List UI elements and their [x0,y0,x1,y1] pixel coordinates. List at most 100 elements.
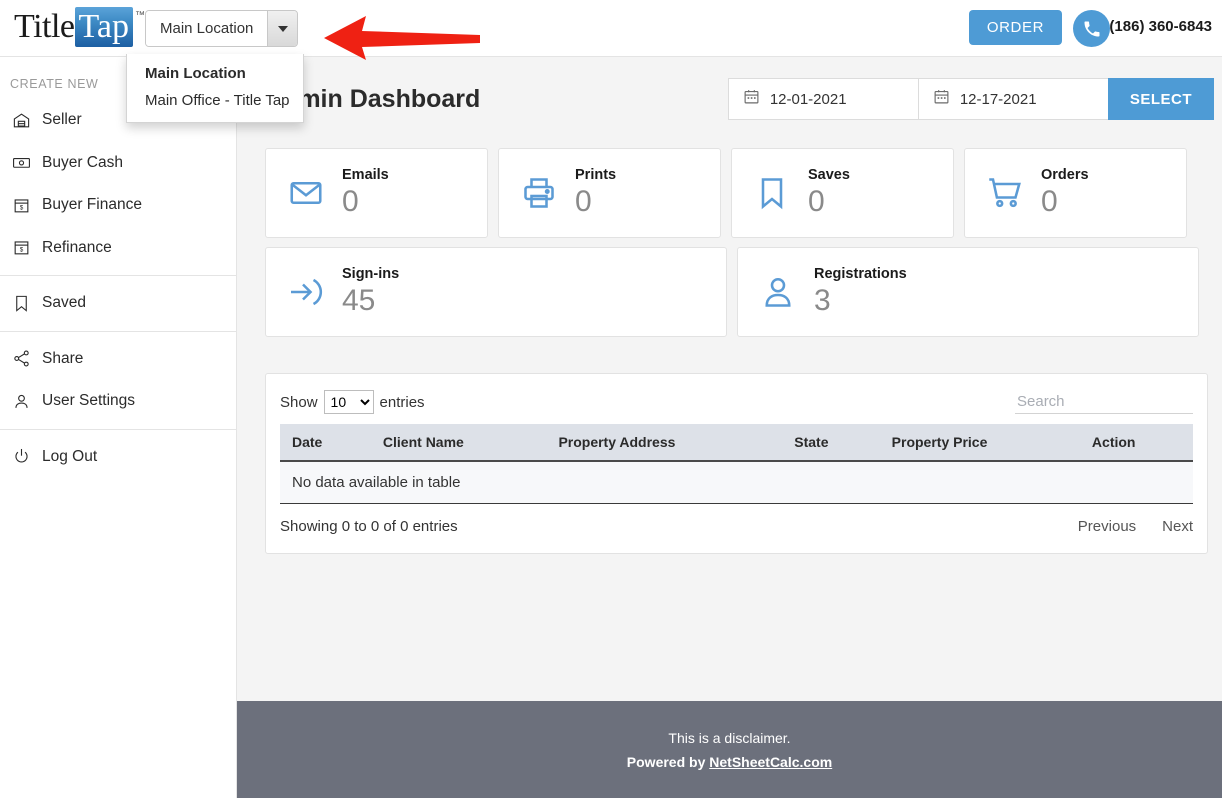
sidebar: CREATE NEW Seller Buyer Cash $ Buyer Fin… [0,57,237,798]
column-header-property-price[interactable]: Property Price [879,424,1080,462]
page-footer: This is a disclaimer. Powered by NetShee… [237,701,1222,798]
stat-card-row-1: Emails 0 Prints 0 Saves 0 Orders 0 [265,148,1217,238]
logo-title-text: Title [14,8,75,45]
stat-card-sign-ins[interactable]: Sign-ins 45 [265,247,727,337]
sidebar-item-buyer-finance[interactable]: $ Buyer Finance [0,184,236,227]
sidebar-divider [0,428,236,430]
column-header-client-name[interactable]: Client Name [370,424,547,462]
sidebar-item-label: Saved [42,294,86,312]
titletap-logo[interactable]: Title Tap ™ [14,7,145,47]
shopping-cart-icon [987,175,1023,211]
dashboard-page: Title Tap ™ Main Location Main Location … [0,0,1222,798]
column-header-property-address[interactable]: Property Address [546,424,783,462]
previous-page-button[interactable]: Previous [1078,518,1136,535]
user-icon [12,392,42,411]
stat-card-prints[interactable]: Prints 0 [498,148,721,238]
footer-powered-link[interactable]: NetSheetCalc.com [709,754,832,770]
bookmark-icon [12,294,42,313]
table-body: No data available in table [280,461,1193,504]
column-header-state[interactable]: State [782,424,880,462]
location-dropdown-button[interactable]: Main Location [145,10,299,47]
svg-text:$: $ [20,247,24,254]
chevron-down-icon[interactable] [267,11,298,46]
user-icon [760,274,796,310]
footer-disclaimer: This is a disclaimer. [668,729,791,746]
sign-in-icon [288,274,324,310]
show-label: Show [280,393,318,411]
stat-card-registrations[interactable]: Registrations 3 [737,247,1199,337]
stat-label: Saves [808,167,850,183]
table-empty-message: No data available in table [280,461,1193,504]
stat-value: 45 [342,284,376,317]
sidebar-item-label: User Settings [42,392,136,410]
sidebar-item-user-settings[interactable]: User Settings [0,380,236,423]
stat-value: 0 [342,185,359,218]
stat-label: Prints [575,167,617,183]
stat-card-saves[interactable]: Saves 0 [731,148,954,238]
red-pointer-arrow [324,16,480,60]
calendar-icon [743,88,760,110]
column-header-action[interactable]: Action [1079,424,1193,462]
bookmark-icon [754,175,790,211]
table-footer: Showing 0 to 0 of 0 entries Previous Nex… [280,518,1193,535]
phone-number[interactable]: (186) 360-6843 [1109,18,1212,35]
main-content: Admin Dashboard 12-01-2021 12-17-2021 SE… [237,57,1222,701]
sidebar-divider [0,330,236,332]
sidebar-item-label: Share [42,349,84,367]
order-button[interactable]: ORDER [968,10,1062,45]
top-bar: Title Tap ™ Main Location Main Location … [0,0,1222,123]
location-option-main-location[interactable]: Main Location [127,60,303,87]
sidebar-item-label: Log Out [42,447,98,465]
phone-icon[interactable] [1073,10,1110,47]
date-range-picker: 12-01-2021 12-17-2021 SELECT [727,78,1214,120]
results-table: Date Client Name Property Address State … [280,424,1193,504]
stat-value: 0 [575,185,592,218]
house-icon [12,111,42,130]
stat-value: 0 [808,185,825,218]
select-button[interactable]: SELECT [1107,78,1214,120]
page-length-control: Show 10 25 50 100 entries [280,390,425,414]
pagination: Previous Next [1078,518,1193,535]
calendar-icon [933,88,950,110]
stat-label: Orders [1041,167,1089,183]
stat-card-emails[interactable]: Emails 0 [265,148,488,238]
logo-trademark-icon: ™ [135,10,146,21]
table-empty-row: No data available in table [280,461,1193,504]
bank-dollar-icon: $ [12,196,42,215]
sidebar-item-share[interactable]: Share [0,338,236,381]
stat-card-row-2: Sign-ins 45 Registrations 3 [265,247,1217,337]
sidebar-divider [0,275,236,276]
sidebar-item-buyer-cash[interactable]: Buyer Cash [0,142,236,185]
printer-icon [521,175,557,211]
stat-label: Sign-ins [342,266,400,282]
stat-value: 3 [814,284,831,317]
sidebar-item-log-out[interactable]: Log Out [0,436,236,479]
share-icon [12,349,42,368]
stat-label: Emails [342,167,389,183]
sidebar-item-saved[interactable]: Saved [0,282,236,325]
location-dropdown-menu[interactable]: Main Location Main Office - Title Tap [126,54,304,123]
table-controls: Show 10 25 50 100 entries [280,390,1193,414]
page-size-select[interactable]: 10 25 50 100 [323,390,374,414]
end-date-field[interactable]: 12-17-2021 [917,78,1108,120]
entries-label: entries [379,393,425,411]
showing-entries-info: Showing 0 to 0 of 0 entries [280,518,458,535]
stat-cards: Emails 0 Prints 0 Saves 0 Orders 0 Sign-… [265,148,1217,346]
table-head: Date Client Name Property Address State … [280,424,1193,462]
power-icon [12,447,42,466]
search-input[interactable] [1015,390,1193,414]
stat-card-orders[interactable]: Orders 0 [964,148,1187,238]
location-selected-label: Main Location [146,11,268,46]
cash-icon [12,153,42,172]
start-date-field[interactable]: 12-01-2021 [727,78,918,120]
search-box[interactable] [1015,390,1193,414]
location-dropdown[interactable]: Main Location Main Location Main Office … [126,10,304,123]
next-page-button[interactable]: Next [1162,518,1193,535]
stat-value: 0 [1041,185,1058,218]
location-option-main-office[interactable]: Main Office - Title Tap [127,87,303,114]
column-header-date[interactable]: Date [280,424,371,462]
end-date-value: 12-17-2021 [959,90,1037,108]
envelope-icon [288,175,324,211]
sidebar-item-refinance[interactable]: $ Refinance [0,227,236,270]
sidebar-item-label: Buyer Cash [42,153,123,171]
